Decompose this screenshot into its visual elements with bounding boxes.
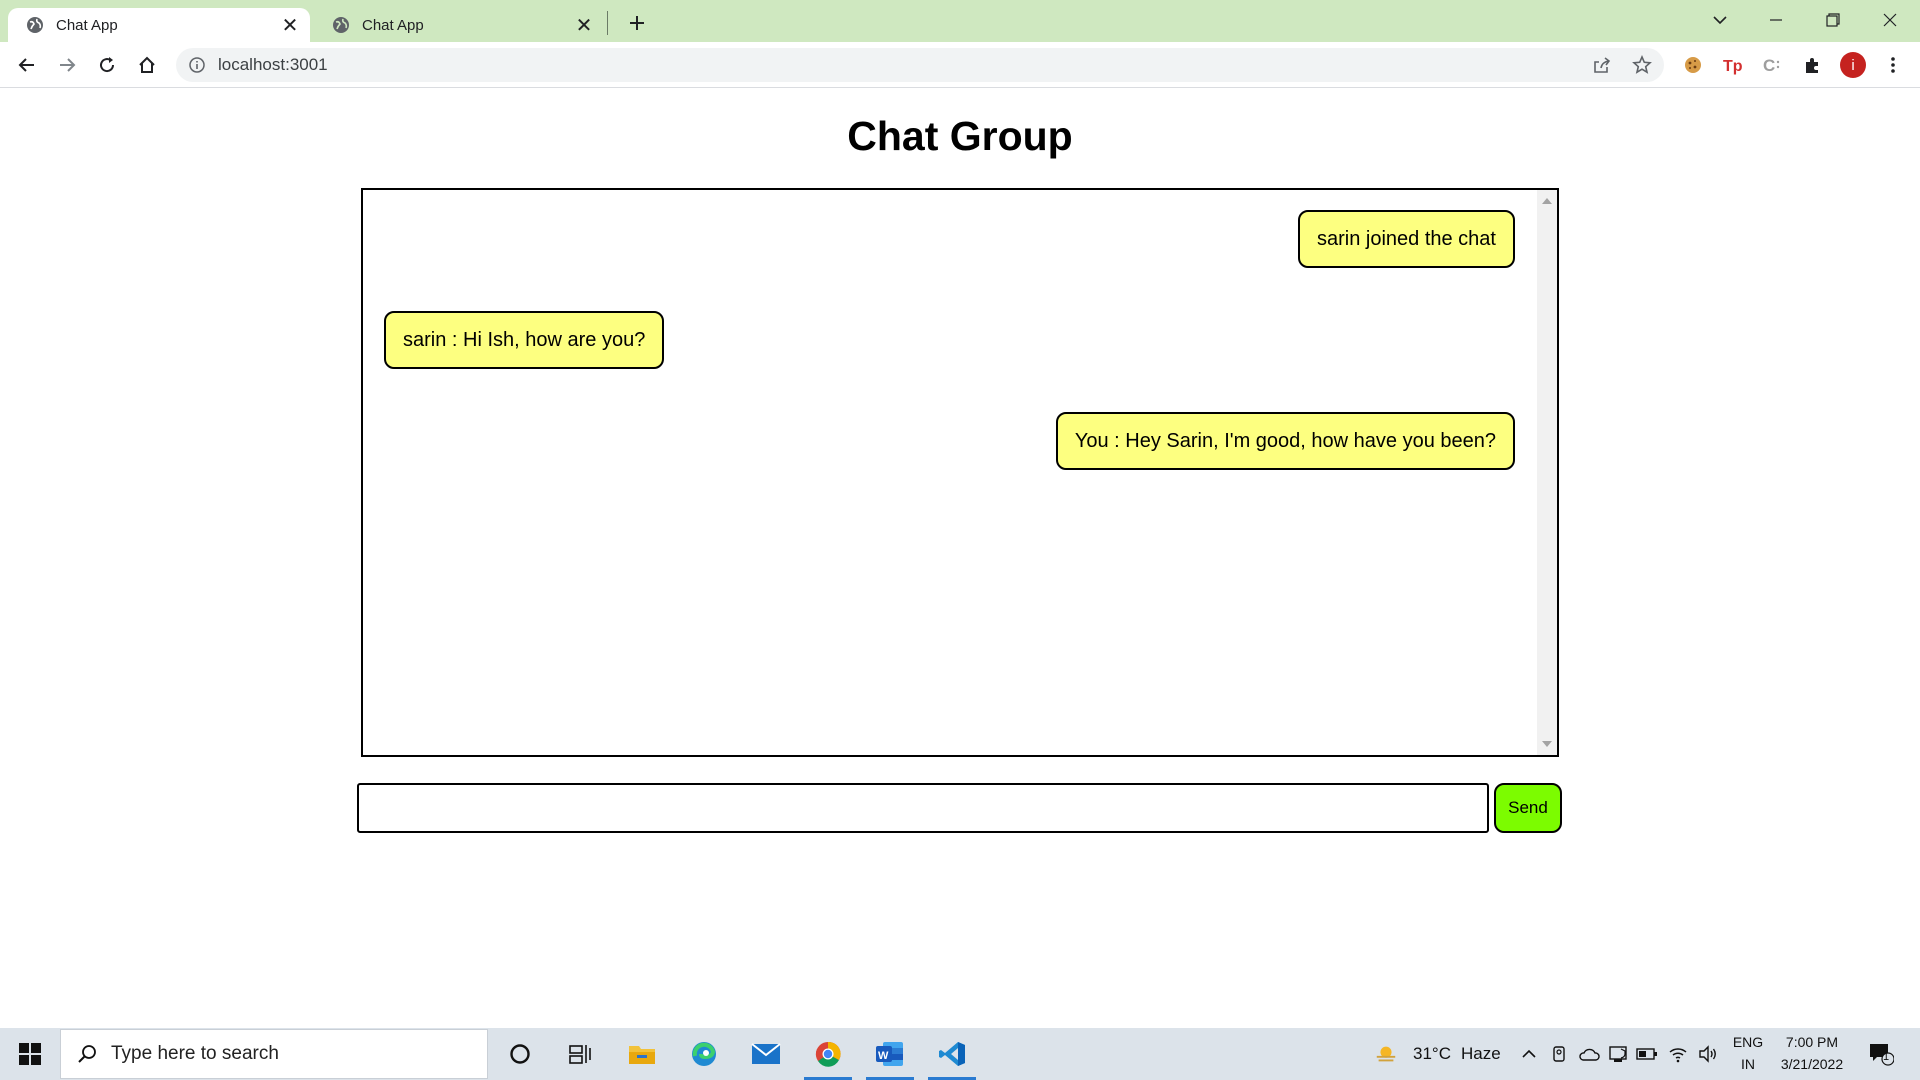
scroll-down-arrow-icon[interactable] (1542, 741, 1552, 747)
home-icon[interactable] (131, 49, 163, 81)
address-bar[interactable]: localhost:3001 (176, 48, 1664, 82)
wifi-icon[interactable] (1666, 1042, 1690, 1066)
file-explorer-icon[interactable] (612, 1028, 672, 1080)
browser-tab-bar: Chat App ✕ Chat App ✕ (0, 0, 1920, 42)
c-extension-icon[interactable]: C (1757, 49, 1789, 81)
tab-divider (607, 11, 608, 35)
tab-search-chevron-icon[interactable] (1692, 0, 1748, 40)
close-tab-icon[interactable]: ✕ (276, 11, 304, 39)
search-icon (75, 1042, 99, 1066)
page-content: Chat Group sarin joined the chat sarin :… (0, 89, 1920, 1028)
weather-temperature[interactable]: 31°C (1413, 1044, 1451, 1064)
restore-button[interactable] (1805, 0, 1861, 40)
word-icon[interactable]: W (860, 1028, 920, 1080)
chat-messages-box[interactable]: sarin joined the chat sarin : Hi Ish, ho… (361, 188, 1559, 757)
close-tab-icon[interactable]: ✕ (570, 11, 598, 39)
clock-time[interactable]: 7:00 PM (1774, 1034, 1850, 1050)
cortana-icon[interactable] (490, 1028, 550, 1080)
tab-title: Chat App (362, 16, 424, 34)
share-icon[interactable] (1586, 49, 1618, 81)
weather-description[interactable]: Haze (1461, 1044, 1501, 1064)
weather-haze-icon[interactable] (1374, 1042, 1398, 1066)
minimize-button[interactable] (1748, 0, 1804, 40)
scroll-up-arrow-icon[interactable] (1542, 198, 1552, 204)
browser-toolbar: localhost:3001 Tp C i (0, 42, 1920, 88)
notification-count-badge: 1 (1883, 1051, 1890, 1063)
chat-message-incoming: sarin : Hi Ish, how are you? (384, 311, 665, 369)
windows-taskbar: Type here to search W 31°C Haze ENG IN 7… (0, 1028, 1920, 1080)
notification-center-icon[interactable]: 1 (1866, 1042, 1896, 1066)
send-button[interactable]: Send (1494, 783, 1562, 833)
windows-start-icon[interactable] (0, 1028, 60, 1080)
tp-extension-icon[interactable]: Tp (1717, 49, 1749, 81)
avatar-initial: i (1851, 56, 1855, 74)
chat-message-outgoing: You : Hey Sarin, I'm good, how have you … (1055, 412, 1515, 470)
svg-text:W: W (878, 1050, 889, 1062)
globe-icon (332, 16, 350, 34)
close-window-button[interactable] (1862, 0, 1918, 40)
chat-scrollbar[interactable] (1537, 190, 1557, 755)
menu-kebab-icon[interactable] (1877, 49, 1909, 81)
chevron-up-icon[interactable] (1517, 1042, 1541, 1066)
svg-text:C: C (1763, 56, 1775, 75)
task-view-icon[interactable] (550, 1028, 610, 1080)
puzzle-icon[interactable] (1797, 49, 1829, 81)
language-indicator-bottom[interactable]: IN (1730, 1056, 1766, 1072)
cookie-icon[interactable] (1677, 49, 1709, 81)
search-placeholder: Type here to search (111, 1043, 279, 1064)
speaker-icon[interactable] (1696, 1042, 1720, 1066)
info-icon[interactable] (188, 56, 206, 74)
back-arrow-icon[interactable] (11, 49, 43, 81)
bookmark-star-icon[interactable] (1626, 49, 1658, 81)
chrome-icon[interactable] (798, 1028, 858, 1080)
tab-chat-app[interactable]: Chat App ✕ (314, 8, 604, 42)
chat-message-system: sarin joined the chat (1297, 210, 1515, 268)
vscode-icon[interactable] (922, 1028, 982, 1080)
battery-icon[interactable] (1635, 1042, 1659, 1066)
page-title: Chat Group (847, 113, 1073, 159)
onedrive-icon[interactable] (1577, 1042, 1601, 1066)
mail-icon[interactable] (736, 1028, 796, 1080)
taskbar-search-box[interactable]: Type here to search (60, 1029, 488, 1079)
clock-date[interactable]: 3/21/2022 (1770, 1056, 1854, 1072)
reload-icon[interactable] (91, 49, 123, 81)
tab-chat-app-active[interactable]: Chat App ✕ (8, 8, 310, 42)
defender-icon[interactable] (1606, 1042, 1630, 1066)
tab-title: Chat App (56, 16, 118, 34)
globe-icon (26, 16, 44, 34)
new-tab-button[interactable] (622, 8, 652, 38)
meet-now-icon[interactable] (1548, 1042, 1572, 1066)
url-text: localhost:3001 (218, 55, 328, 74)
forward-arrow-icon[interactable] (51, 49, 83, 81)
edge-browser-icon[interactable] (674, 1028, 734, 1080)
message-input[interactable] (357, 783, 1489, 833)
svg-text:Tp: Tp (1723, 58, 1743, 75)
avatar[interactable]: i (1837, 49, 1869, 81)
language-indicator-top[interactable]: ENG (1730, 1034, 1766, 1050)
